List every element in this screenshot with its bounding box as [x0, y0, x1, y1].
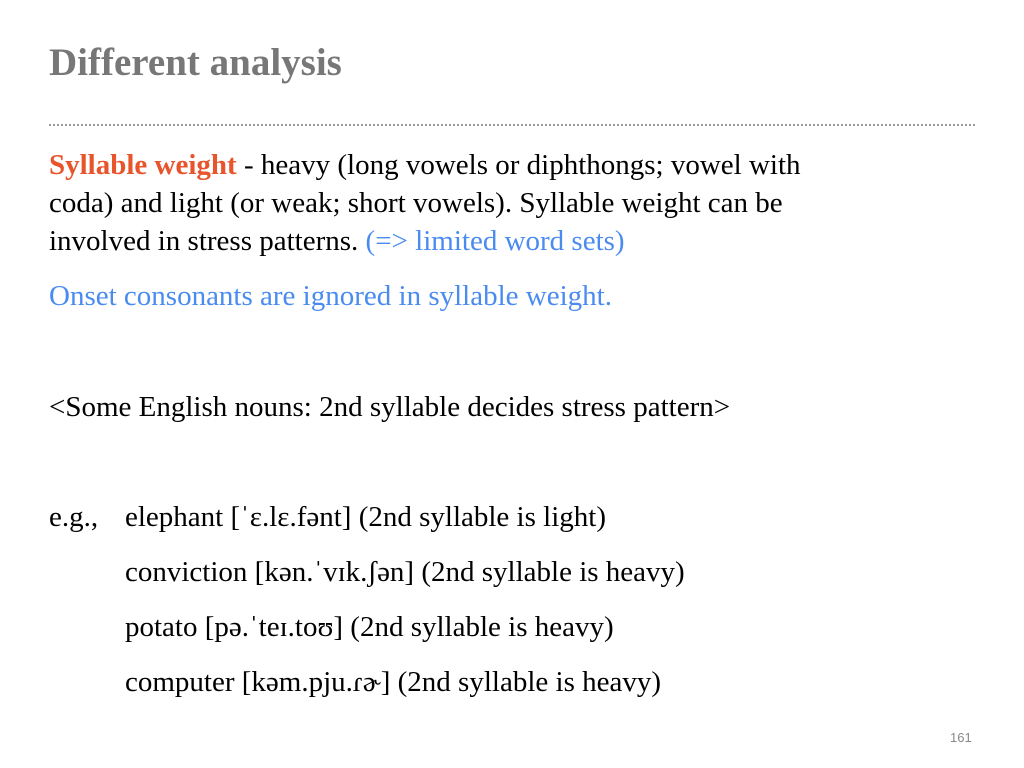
para1-line1: - heavy (long vowels or diphthongs; vowe…	[236, 149, 801, 181]
example-item: conviction [kən.ˈvɪk.ʃən] (2nd syllable …	[125, 556, 685, 588]
example-item: computer [kəm.pju.ɾɚ] (2nd syllable is h…	[125, 666, 662, 698]
page-number: 161	[950, 730, 972, 745]
slide-title: Different analysis	[49, 41, 342, 84]
example-item: potato [pə.ˈteɪ.toʊ] (2nd syllable is he…	[125, 611, 614, 643]
para1-note: (=> limited word sets)	[365, 225, 625, 257]
para1-line2: coda) and light (or weak; short vowels).…	[49, 187, 783, 219]
term-syllable-weight: Syllable weight	[49, 149, 237, 181]
dotted-divider	[49, 124, 975, 126]
para1-line3: involved in stress patterns.	[49, 225, 366, 257]
example-item: elephant [ˈɛ.lɛ.fənt] (2nd syllable is l…	[125, 501, 606, 533]
paragraph-syllable-weight: Syllable weight - heavy (long vowels or …	[49, 146, 801, 260]
examples-prefix: e.g.,	[49, 501, 99, 533]
examples-heading: <Some English nouns: 2nd syllable decide…	[49, 391, 731, 423]
paragraph-onset: Onset consonants are ignored in syllable…	[49, 280, 612, 312]
